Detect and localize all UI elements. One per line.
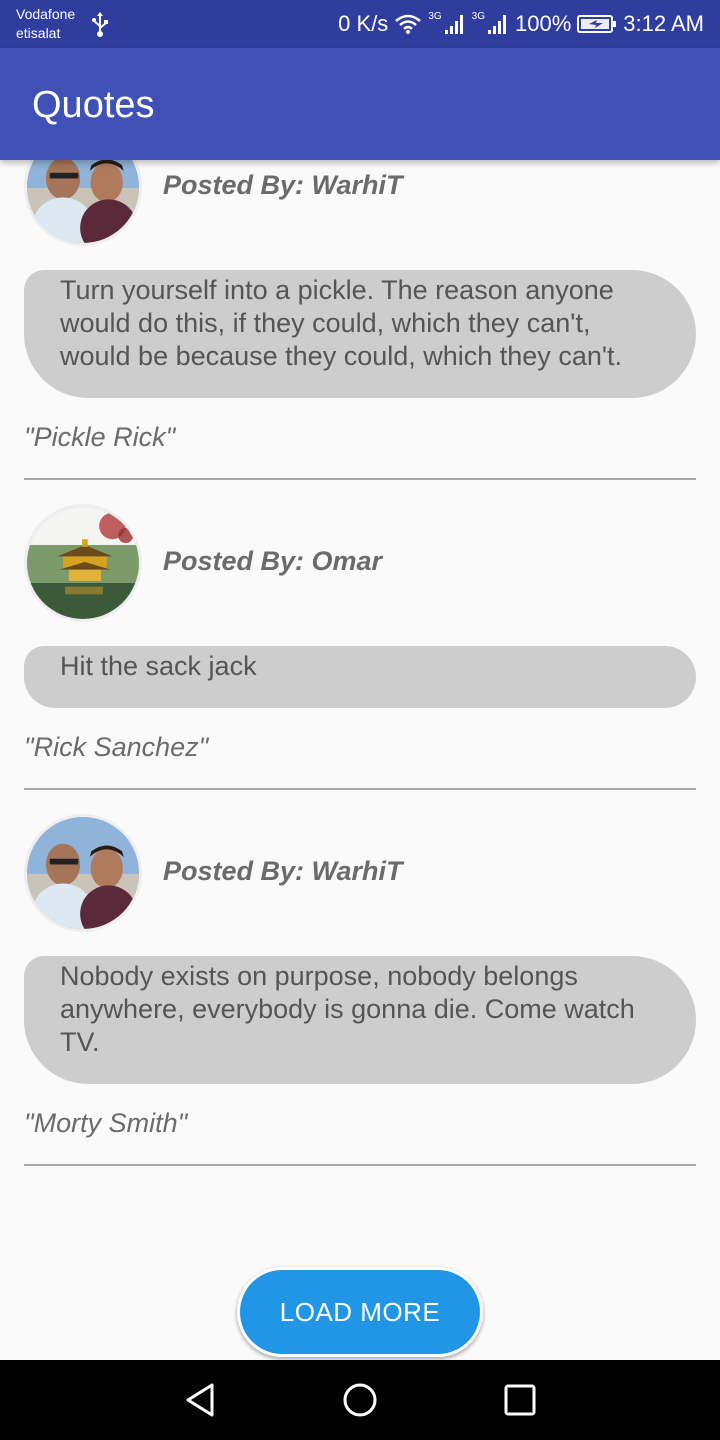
wifi-icon <box>394 13 422 35</box>
posted-by: Posted By: Omar <box>163 546 383 576</box>
quote-line: Turn yourself into a pickle. The reason … <box>60 275 614 305</box>
divider <box>24 788 696 790</box>
network-speed: 0 K/s <box>338 11 389 36</box>
quote-author: "Rick Sanchez" <box>24 732 209 762</box>
avatar[interactable] <box>24 504 142 622</box>
quote-line: Nobody exists on purpose, nobody belongs <box>60 961 578 991</box>
screen: Vodafone etisalat 0 K/s 3G 3G 100% 3:12 … <box>0 0 720 1440</box>
home-icon[interactable] <box>340 1380 380 1420</box>
posted-by: Posted By: WarhiT <box>163 856 403 886</box>
quote-line: TV. <box>60 1027 100 1057</box>
posted-by: Posted By: WarhiT <box>163 170 403 200</box>
carrier-info: Vodafone etisalat <box>16 5 75 43</box>
quote-line: would do this, if they could, which they… <box>60 308 591 338</box>
quote-author: "Pickle Rick" <box>24 422 176 452</box>
quote-bubble: Turn yourself into a pickle. The reason … <box>24 270 696 398</box>
app-bar: Quotes <box>0 48 720 160</box>
network-type-1: 3G <box>428 10 442 22</box>
quote-bubble: Nobody exists on purpose, nobody belongs… <box>24 956 696 1084</box>
signal-icon-1 <box>444 13 466 35</box>
recents-icon[interactable] <box>500 1380 540 1420</box>
navigation-bar <box>0 1360 720 1440</box>
network-type-2: 3G <box>471 10 485 22</box>
battery-charging-icon <box>577 13 617 35</box>
app-title: Quotes <box>32 84 155 126</box>
selfie-photo-icon <box>27 160 139 243</box>
quote-line: would be because they could, which they … <box>60 341 623 371</box>
quote-line: anywhere, everybody is gonna die. Come w… <box>60 994 635 1024</box>
divider <box>24 1164 696 1166</box>
quote-bubble: Hit the sack jack <box>24 646 696 708</box>
carrier-2: etisalat <box>16 25 61 41</box>
avatar[interactable] <box>24 814 142 932</box>
carrier-1: Vodafone <box>16 6 76 22</box>
status-right: 0 K/s 3G 3G 100% 3:12 AM <box>338 0 704 48</box>
clock: 3:12 AM <box>623 11 704 36</box>
quote-line: Hit the sack jack <box>60 651 257 681</box>
divider <box>24 478 696 480</box>
battery-level: 100% <box>515 11 572 36</box>
usb-icon <box>90 12 110 38</box>
signal-icon-2 <box>487 13 509 35</box>
status-bar: Vodafone etisalat 0 K/s 3G 3G 100% 3:12 … <box>0 0 720 48</box>
avatar[interactable] <box>24 160 142 246</box>
selfie-photo-icon <box>27 817 139 929</box>
quote-list[interactable]: Posted By: WarhiT Turn yourself into a p… <box>0 160 720 1360</box>
quote-author: "Morty Smith" <box>24 1108 188 1138</box>
back-icon[interactable] <box>180 1380 220 1420</box>
load-more-button[interactable]: LOAD MORE <box>237 1267 483 1357</box>
golden-pavilion-photo-icon <box>27 507 139 619</box>
